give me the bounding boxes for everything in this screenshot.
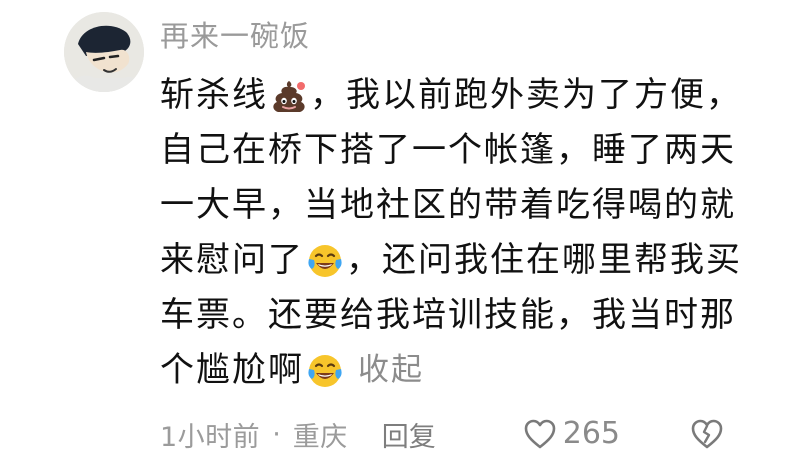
laughing-crying-emoji-icon (306, 352, 344, 390)
comment-text: 车票。还要给我培训技能，我当时那 (160, 295, 736, 335)
dislike-button[interactable] (690, 418, 724, 457)
comment-text: 来慰问了 (160, 240, 304, 280)
comment-text: 个尴尬啊 (160, 350, 304, 390)
comment-text: 斩杀线 (160, 75, 268, 115)
comment-card: 再来一碗饭 斩杀线 ，我以前跑外卖为了方便， 自己在桥下搭了一个帐篷，睡了两天 (0, 0, 800, 476)
comment-line-6: 个尴尬啊 收起 (160, 343, 760, 398)
like-button[interactable]: 265 (523, 416, 620, 451)
comment-line-2: 自己在桥下搭了一个帐篷，睡了两天 (160, 123, 760, 178)
meta-separator: · (272, 418, 281, 450)
broken-heart-icon (691, 419, 723, 449)
location: 重庆 (292, 421, 348, 453)
comment-line-3: 一大早，当地社区的带着吃得喝的就 (160, 178, 760, 233)
heart-outline-icon (524, 419, 556, 448)
comment-footer: 1小时前 · 重庆 回复 265 (160, 410, 740, 458)
reply-button[interactable]: 回复 (382, 415, 436, 454)
username[interactable]: 再来一碗饭 (160, 14, 310, 58)
collapse-button[interactable]: 收起 (358, 343, 424, 398)
comment-line-4: 来慰问了 ，还问我住在哪里帮我买 (160, 233, 760, 288)
laughing-crying-emoji-icon (306, 242, 344, 280)
comment-text: ，我以前跑外卖为了方便， (310, 75, 742, 115)
comment-text: 自己在桥下搭了一个帐篷，睡了两天 (160, 130, 736, 170)
cartoon-avatar-icon (64, 12, 144, 92)
user-avatar[interactable] (64, 12, 144, 92)
comment-line-5: 车票。还要给我培训技能，我当时那 (160, 288, 760, 343)
comment-text: ，还问我住在哪里帮我买 (346, 240, 742, 280)
comment-line-1: 斩杀线 ，我以前跑外卖为了方便， (160, 68, 760, 123)
comment-text: 一大早，当地社区的带着吃得喝的就 (160, 185, 736, 225)
comment-body: 斩杀线 ，我以前跑外卖为了方便， 自己在桥下搭了一个帐篷，睡了两天 一大早，当地… (160, 68, 760, 398)
poop-emoji-icon (270, 77, 308, 115)
timestamp: 1小时前 (160, 421, 261, 453)
like-count: 265 (562, 416, 620, 451)
